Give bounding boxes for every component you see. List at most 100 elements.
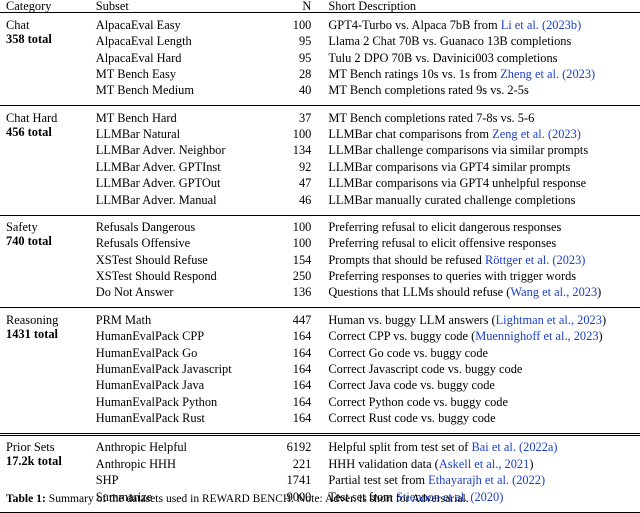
cell-subset: LLMBar Adver. Manual <box>95 192 217 207</box>
cell-description: Preferring refusal to elicit offensive r… <box>311 237 640 253</box>
cell-subset: HumanEvalPack Python <box>95 394 218 409</box>
cell-description: Preferring refusal to elicit dangerous r… <box>311 221 640 237</box>
cell-description: Preferring responses to queries with tri… <box>311 270 640 286</box>
table-row: Do Not Answer 136 Questions that LLMs shou… <box>0 286 640 302</box>
cell-subset: HumanEvalPack Rust <box>95 411 205 426</box>
cell-description: LLMBar challenge comparisons via similar… <box>311 144 640 160</box>
citation-link[interactable]: Bai et al. (2022a) <box>472 440 558 454</box>
cell-subset: MT Bench Hard <box>95 110 177 125</box>
cell-description: Helpful split from test set of Bai et al… <box>311 441 640 457</box>
cell-n: 40 <box>298 83 312 98</box>
cell-description: Correct CPP vs. buggy code (Muennighoff … <box>311 330 640 346</box>
cell-subset: Anthropic Helpful <box>95 440 187 455</box>
cell-description: Questions that LLMs should refuse (Wang … <box>311 286 640 302</box>
cell-n: 46 <box>298 192 312 207</box>
description-text: Correct Javascript code vs. buggy code <box>328 361 523 376</box>
description-text: LLMBar manually curated challenge comple… <box>328 192 576 207</box>
section-category-name: Prior Sets <box>6 440 55 455</box>
description-text: Tulu 2 DPO 70B vs. Davinici003 completio… <box>328 50 558 65</box>
section-category-total: 456 total <box>6 124 52 139</box>
table-row: AlpacaEval Length 95 Llama 2 Chat 70B vs. … <box>0 35 640 51</box>
cell-description: LLMBar comparisons via GPT4 unhelpful re… <box>311 177 640 193</box>
cell-n: 6192 <box>286 440 312 455</box>
citation-link[interactable]: Li et al. (2023b) <box>501 18 582 32</box>
cell-subset: LLMBar Natural <box>95 127 181 142</box>
cell-description: Correct Rust code vs. buggy code <box>311 412 640 428</box>
table-figure-page: Category Subset N Short Description Chat… <box>0 0 640 513</box>
cell-description: Correct Java code vs. buggy code <box>311 379 640 395</box>
cell-n: 100 <box>292 17 312 32</box>
table-row: LLMBar Adver. GPTOut 47 LLMBar comparisons… <box>0 177 640 193</box>
caption-text-2: . Note: Adver. is short for Adversarial. <box>291 492 469 505</box>
description-text-tail: ) <box>601 312 607 327</box>
description-text: HHH validation data ( <box>328 456 439 471</box>
cell-n: 250 <box>292 269 312 284</box>
caption-label: Table 1: <box>6 492 46 505</box>
description-text: LLMBar chat comparisons from <box>328 127 493 142</box>
description-text: Preferring refusal to elicit dangerous r… <box>328 219 562 234</box>
cell-n: 95 <box>298 34 312 49</box>
description-text: LLMBar comparisons via GPT4 similar prom… <box>328 159 571 174</box>
cell-n: 136 <box>292 285 312 300</box>
description-text: Correct CPP vs. buggy code ( <box>328 329 476 344</box>
table-row: XSTest Should Respond 250 Preferring respo… <box>0 270 640 286</box>
column-header-category: Category <box>6 0 52 13</box>
cell-description: Human vs. buggy LLM answers (Lightman et… <box>311 313 640 329</box>
cell-subset: SHP <box>95 473 119 488</box>
table-row: LLMBar Adver. Neighbor 134 LLMBar challeng… <box>0 144 640 160</box>
cell-description: Llama 2 Chat 70B vs. Guanaco 13B complet… <box>311 35 640 51</box>
description-text: Preferring responses to queries with tri… <box>328 269 577 284</box>
cell-description: MT Bench ratings 10s vs. 1s from Zheng e… <box>311 68 640 84</box>
table-row: XSTest Should Refuse 154 Prompts that shou… <box>0 253 640 269</box>
cell-subset: LLMBar Adver. Neighbor <box>95 143 226 158</box>
citation-link[interactable]: Lightman et al., 2023 <box>496 313 602 327</box>
table-row: HumanEvalPack Javascript 164 Correct Javas… <box>0 363 640 379</box>
description-text: Helpful split from test set of <box>328 440 472 455</box>
cell-n: 164 <box>292 394 312 409</box>
table-row: Chat 358 total AlpacaEval Easy 100 GPT4-Turb… <box>0 17 640 45</box>
cell-n: 164 <box>292 411 312 426</box>
cell-n: 100 <box>292 236 312 251</box>
cell-subset: HumanEvalPack Java <box>95 378 205 393</box>
cell-description: LLMBar chat comparisons from Zeng et al.… <box>311 128 640 144</box>
cell-description: MT Bench completions rated 9s vs. 2-5s <box>311 84 640 100</box>
figure-caption: Table 1: Summary of the datasets used in… <box>6 492 634 506</box>
cell-subset: XSTest Should Refuse <box>95 252 208 267</box>
section-category-name: Safety <box>6 219 38 234</box>
cell-n: 47 <box>298 176 312 191</box>
cell-subset: Refusals Dangerous <box>95 219 196 234</box>
table-header: Category Subset N Short Description <box>0 0 640 13</box>
cell-description: MT Bench completions rated 7-8s vs. 5-6 <box>311 111 640 127</box>
cell-n: 164 <box>292 378 312 393</box>
citation-link[interactable]: Askell et al., 2021 <box>439 457 530 471</box>
citation-link[interactable]: Ethayarajh et al. (2022) <box>428 473 545 487</box>
table-row: Prior Sets 17.2k total Anthropic Helpful 61… <box>0 440 640 468</box>
table-row: LLMBar Adver. GPTInst 92 LLMBar comparison… <box>0 160 640 176</box>
description-text: Llama 2 Chat 70B vs. Guanaco 13B complet… <box>328 34 572 49</box>
citation-link[interactable]: Zeng et al. (2023) <box>492 127 581 141</box>
cell-subset: AlpacaEval Easy <box>95 17 181 32</box>
cell-description: Correct Python code vs. buggy code <box>311 395 640 411</box>
table-row: SHP 1741 Partial test set from Ethayarajh … <box>0 474 640 490</box>
section-category-total: 1431 total <box>6 326 58 341</box>
cell-subset: AlpacaEval Hard <box>95 50 182 65</box>
cell-n: 447 <box>292 312 312 327</box>
cell-subset: Refusals Offensive <box>95 236 191 251</box>
citation-link[interactable]: Zheng et al. (2023) <box>500 67 595 81</box>
citation-link[interactable]: Muennighoff et al., 2023 <box>475 329 598 343</box>
cell-n: 92 <box>298 159 312 174</box>
description-text-tail: ) <box>597 285 602 300</box>
description-text: LLMBar comparisons via GPT4 unhelpful re… <box>328 176 587 191</box>
citation-link[interactable]: Röttger et al. (2023) <box>485 253 585 267</box>
section-category-total: 740 total <box>6 233 52 248</box>
table-row: HumanEvalPack Go 164 Correct Go code vs. b… <box>0 346 640 362</box>
cell-n: 164 <box>292 361 312 376</box>
description-text: Questions that LLMs should refuse ( <box>328 285 511 300</box>
description-text: Correct Java code vs. buggy code <box>328 378 495 393</box>
table-row: Anthropic HHH 221 HHH validation data (Ask… <box>0 457 640 473</box>
citation-link[interactable]: Wang et al., 2023 <box>510 285 597 299</box>
cell-description: Tulu 2 DPO 70B vs. Davinici003 completio… <box>311 51 640 67</box>
cell-n: 100 <box>292 219 312 234</box>
description-text: Preferring refusal to elicit offensive r… <box>328 236 557 251</box>
cell-description: HHH validation data (Askell et al., 2021… <box>311 457 640 473</box>
